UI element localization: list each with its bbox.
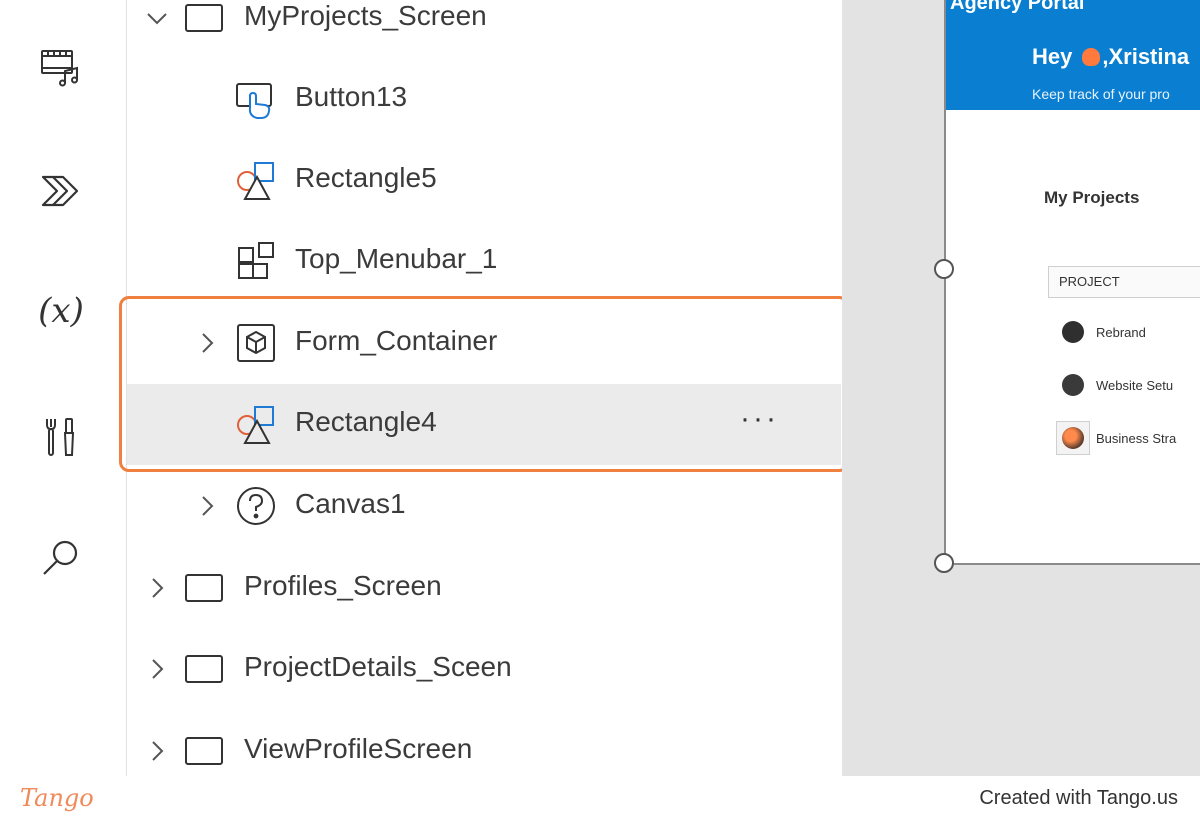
- tools-icon[interactable]: [38, 414, 84, 460]
- app-preview[interactable]: Agency Portal Hey ,Xristina Keep track of…: [944, 0, 1200, 565]
- search-icon[interactable]: [38, 535, 84, 581]
- tango-logo: Tango: [20, 784, 94, 812]
- button-control-icon: [235, 78, 277, 120]
- chevron-right-icon[interactable]: [145, 739, 169, 763]
- greeting-pre: Hey: [1032, 44, 1073, 69]
- chevron-down-icon[interactable]: [145, 6, 169, 30]
- help-circle-icon: [235, 485, 277, 527]
- preview-project-item[interactable]: Website Setu: [1062, 373, 1173, 397]
- variables-icon[interactable]: (x): [38, 288, 84, 334]
- container-icon: [235, 322, 277, 364]
- preview-heading: My Projects: [1044, 188, 1140, 207]
- preview-greeting: Hey ,Xristina: [1032, 44, 1189, 70]
- tree-item-form-container[interactable]: Form_Container: [127, 303, 841, 384]
- project-label: Website Setu: [1096, 377, 1174, 393]
- variables-glyph: (x): [38, 291, 84, 331]
- tree-item-label: Top_Menubar_1: [295, 243, 498, 274]
- column-header-label: PROJECT: [1059, 274, 1120, 289]
- project-label: Rebrand: [1096, 324, 1146, 340]
- project-label: Business Stra: [1096, 430, 1177, 446]
- preview-title: Agency Portal: [950, 0, 1085, 14]
- media-icon[interactable]: [38, 44, 84, 90]
- tree-item-label: Button13: [295, 81, 408, 112]
- project-avatar: [1062, 321, 1084, 343]
- tree-view: MyProjects_Screen Button13 Rectangle5 To…: [127, 0, 841, 776]
- screen-icon: [183, 730, 225, 772]
- tree-item-label: Form_Container: [295, 325, 498, 356]
- greeting-name: ,Xristina: [1102, 44, 1190, 69]
- tree-item-rectangle4[interactable]: Rectangle4 ···: [127, 384, 841, 465]
- resize-handle-left[interactable]: [934, 259, 954, 279]
- preview-project-item[interactable]: Business Stra: [1056, 421, 1177, 455]
- footer: Tango Created with Tango.us: [0, 776, 1200, 822]
- shapes-icon: [235, 403, 277, 445]
- screen-icon: [183, 648, 225, 690]
- tree-item-label: MyProjects_Screen: [244, 0, 487, 31]
- screen-icon: [183, 0, 225, 39]
- tango-credit: Created with Tango.us: [979, 787, 1178, 809]
- resize-handle-bottom-left[interactable]: [934, 553, 954, 573]
- chevron-right-icon[interactable]: [195, 331, 219, 355]
- tree-item-label: ProjectDetails_Sceen: [244, 651, 512, 682]
- tree-item-canvas1[interactable]: Canvas1: [127, 466, 841, 547]
- tree-item-label: Rectangle4: [295, 406, 437, 437]
- screen-icon: [183, 567, 225, 609]
- component-icon: [235, 240, 277, 282]
- shapes-icon: [235, 159, 277, 201]
- tree-item-profiles-screen[interactable]: Profiles_Screen: [127, 548, 841, 629]
- preview-project-item[interactable]: Rebrand: [1062, 320, 1146, 344]
- more-options-icon[interactable]: ···: [740, 402, 779, 436]
- tree-item-label: Canvas1: [295, 488, 406, 519]
- chevron-right-icon[interactable]: [145, 576, 169, 600]
- chevron-right-icon[interactable]: [195, 494, 219, 518]
- tree-item-top-menubar[interactable]: Top_Menubar_1: [127, 221, 841, 302]
- chevron-right-icon[interactable]: [145, 657, 169, 681]
- tree-item-label: Rectangle5: [295, 162, 437, 193]
- tree-item-myprojects-screen[interactable]: MyProjects_Screen: [127, 0, 841, 59]
- tree-item-label: ViewProfileScreen: [244, 733, 473, 764]
- tree-item-label: Profiles_Screen: [244, 570, 442, 601]
- preview-column-header: PROJECT: [1048, 266, 1200, 298]
- tree-item-rectangle5[interactable]: Rectangle5: [127, 140, 841, 221]
- wave-hand-icon: [1082, 48, 1101, 66]
- preview-banner: Agency Portal Hey ,Xristina Keep track of…: [946, 0, 1200, 110]
- left-rail: (x): [0, 0, 127, 776]
- project-thumbnail: [1056, 421, 1090, 455]
- preview-subtitle: Keep track of your pro: [1032, 86, 1170, 102]
- project-avatar: [1062, 374, 1084, 396]
- tree-item-button13[interactable]: Button13: [127, 59, 841, 140]
- tree-item-projectdetails-screen[interactable]: ProjectDetails_Sceen: [127, 629, 841, 710]
- power-automate-icon[interactable]: [38, 168, 84, 214]
